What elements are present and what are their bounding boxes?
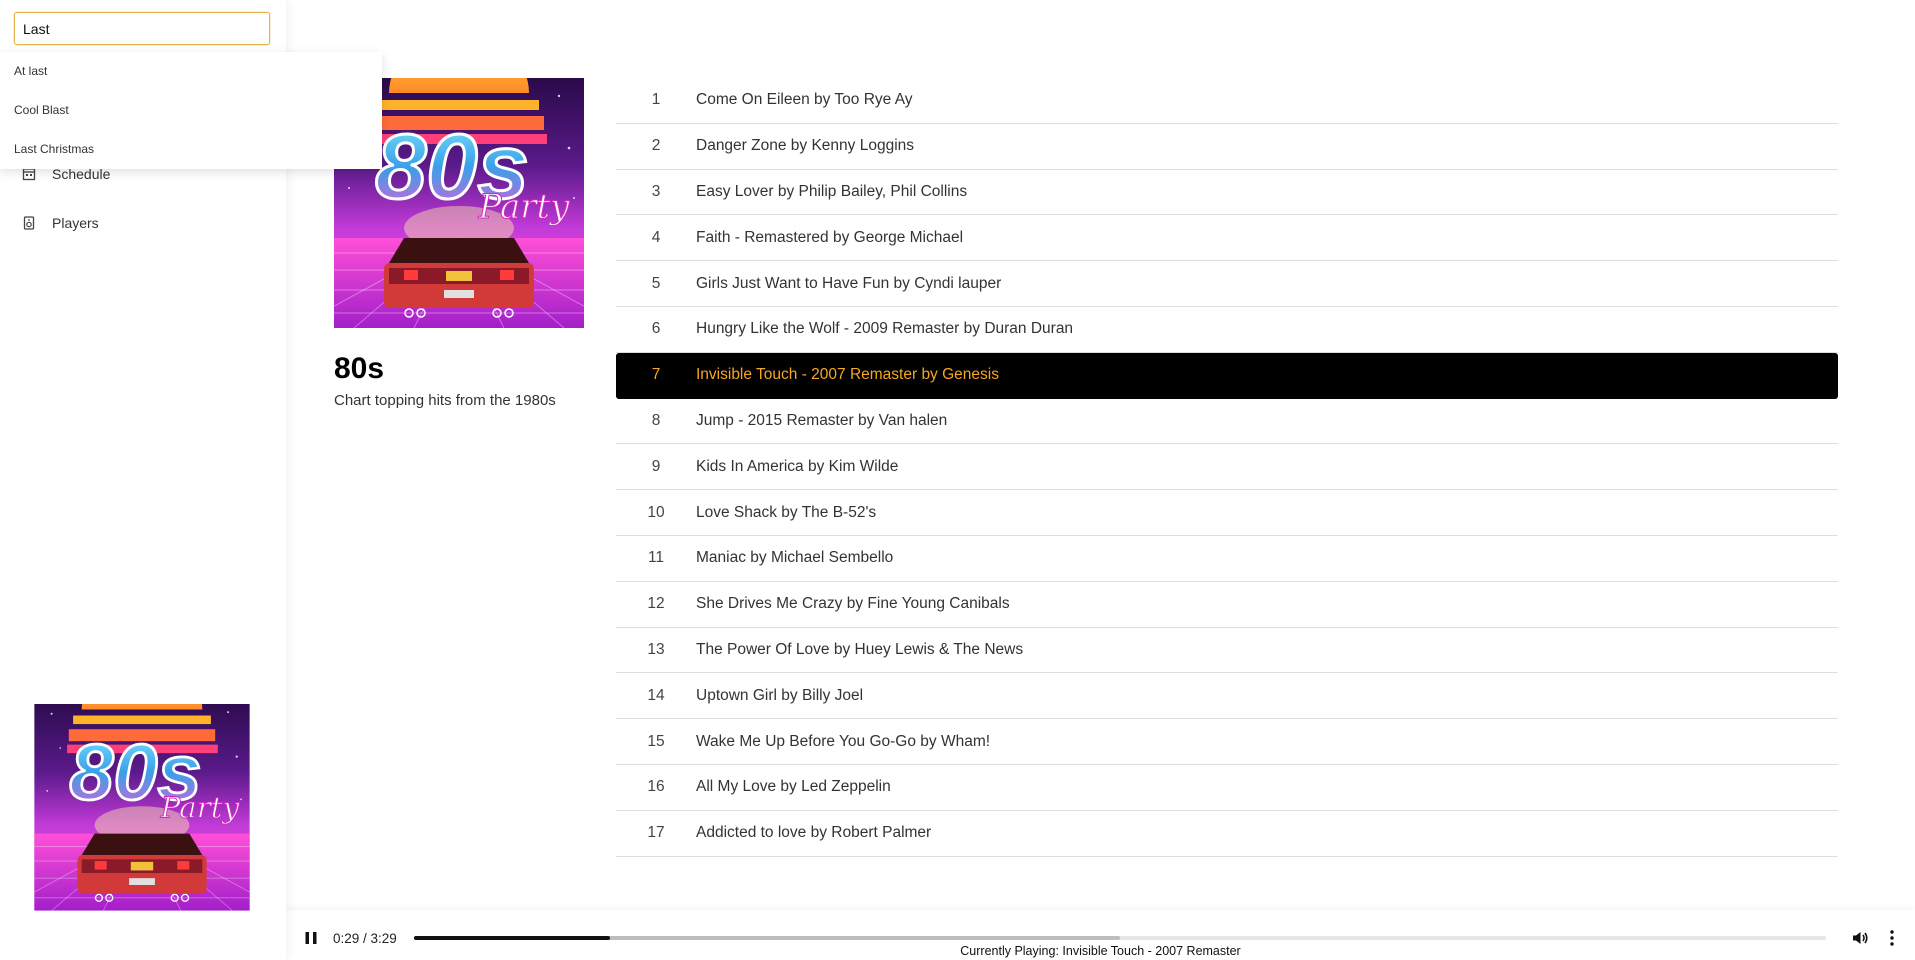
track-title: All My Love by Led Zeppelin xyxy=(696,778,891,796)
svg-text:Party: Party xyxy=(478,187,571,227)
track-row[interactable]: 11 Maniac by Michael Sembello xyxy=(616,536,1838,582)
track-title: Jump - 2015 Remaster by Van halen xyxy=(696,411,948,429)
track-title: Faith - Remastered by George Michael xyxy=(696,228,964,246)
track-number: 16 xyxy=(647,778,665,796)
player-bar: 0:29 / 3:29 Currently Playing: Invisible… xyxy=(286,910,1915,960)
track-row[interactable]: 5 Girls Just Want to Have Fun by Cyndi la… xyxy=(616,261,1838,307)
track-title: Wake Me Up Before You Go-Go by Wham! xyxy=(696,732,991,750)
track-title: Love Shack by The B-52's xyxy=(696,503,877,521)
track-number: 4 xyxy=(651,228,661,246)
track-number: 6 xyxy=(651,320,661,338)
playlist-description: Chart topping hits from the 1980s xyxy=(334,392,556,409)
track-row[interactable]: 13 The Power Of Love by Huey Lewis & The … xyxy=(616,628,1838,674)
track-number: 11 xyxy=(647,549,665,567)
track-row[interactable]: 4 Faith - Remastered by George Michael xyxy=(616,215,1838,262)
track-row[interactable]: 8 Jump - 2015 Remaster by Van halen xyxy=(616,399,1838,445)
track-row[interactable]: 12 She Drives Me Crazy by Fine Young Cani… xyxy=(616,582,1838,628)
track-title: Uptown Girl by Billy Joel xyxy=(696,686,864,704)
track-number: 12 xyxy=(647,595,665,613)
track-number: 9 xyxy=(651,457,661,475)
track-number: 13 xyxy=(647,640,665,658)
playlist-title: 80s xyxy=(334,352,385,385)
track-title: Addicted to love by Robert Palmer xyxy=(696,824,932,842)
track-row[interactable]: 3 Easy Lover by Philip Bailey, Phil Colli… xyxy=(616,170,1838,216)
track-number: 8 xyxy=(651,411,661,429)
track-row[interactable]: 15 Wake Me Up Before You Go-Go by Wham! xyxy=(616,719,1838,765)
sidebar-item-label: Players xyxy=(52,215,99,231)
now-playing-text: Currently Playing: Invisible Touch - 200… xyxy=(960,944,1241,958)
track-row[interactable]: 14 Uptown Girl by Billy Joel xyxy=(616,673,1838,720)
track-number: 1 xyxy=(651,91,661,109)
track-title: Easy Lover by Philip Bailey, Phil Collin… xyxy=(696,182,968,200)
search-input[interactable] xyxy=(14,12,270,45)
speaker-icon xyxy=(23,216,35,230)
track-title: Girls Just Want to Have Fun by Cyndi lau… xyxy=(696,274,1002,292)
track-row[interactable]: 17 Addicted to love by Robert Palmer xyxy=(616,811,1838,857)
track-row[interactable]: 9 Kids In America by Kim Wilde xyxy=(616,444,1838,491)
calendar-icon xyxy=(22,168,36,181)
svg-text:Party: Party xyxy=(160,790,240,824)
track-number: 2 xyxy=(651,137,661,155)
sidebar-album-art: 80s Party xyxy=(27,704,257,918)
progress-bar[interactable] xyxy=(414,936,1826,940)
track-title: Kids In America by Kim Wilde xyxy=(696,457,899,475)
track-row-active[interactable]: 7 Invisible Touch - 2007 Remaster by Gene… xyxy=(616,352,1838,399)
track-number: 17 xyxy=(647,824,665,842)
track-title: Come On Eileen by Too Rye Ay xyxy=(696,91,913,109)
track-row[interactable]: 2 Danger Zone by Kenny Loggins xyxy=(616,124,1838,170)
track-number: 14 xyxy=(647,686,665,704)
track-title: Hungry Like the Wolf - 2009 Remaster by … xyxy=(696,320,1074,338)
search-suggestions: At last Cool Blast Last Christmas xyxy=(0,52,382,169)
track-title: Maniac by Michael Sembello xyxy=(696,549,894,567)
track-row[interactable]: 6 Hungry Like the Wolf - 2009 Remaster by… xyxy=(616,307,1838,353)
progress-played xyxy=(414,936,611,940)
sidebar-item-players[interactable]: Players xyxy=(22,215,99,231)
track-number: 5 xyxy=(651,274,661,292)
track-list: 1 Come On Eileen by Too Rye Ay 2 Danger Zon… xyxy=(616,78,1838,857)
track-title: Invisible Touch - 2007 Remaster by Genes… xyxy=(696,366,999,384)
track-number: 3 xyxy=(651,182,661,200)
suggestion-item[interactable]: Last Christmas xyxy=(0,130,382,169)
track-number: 7 xyxy=(651,366,661,384)
track-number: 15 xyxy=(647,732,665,750)
track-row[interactable]: 10 Love Shack by The B-52's xyxy=(616,490,1838,536)
track-title: She Drives Me Crazy by Fine Young Caniba… xyxy=(696,595,1010,613)
track-title: Danger Zone by Kenny Loggins xyxy=(696,137,915,155)
suggestion-item[interactable]: At last xyxy=(0,52,382,91)
suggestion-item[interactable]: Cool Blast xyxy=(0,91,382,130)
track-number: 10 xyxy=(647,503,665,521)
track-row[interactable]: 16 All My Love by Led Zeppelin xyxy=(616,765,1838,811)
track-title: The Power Of Love by Huey Lewis & The Ne… xyxy=(696,640,1024,658)
track-row[interactable]: 1 Come On Eileen by Too Rye Ay xyxy=(616,78,1838,124)
